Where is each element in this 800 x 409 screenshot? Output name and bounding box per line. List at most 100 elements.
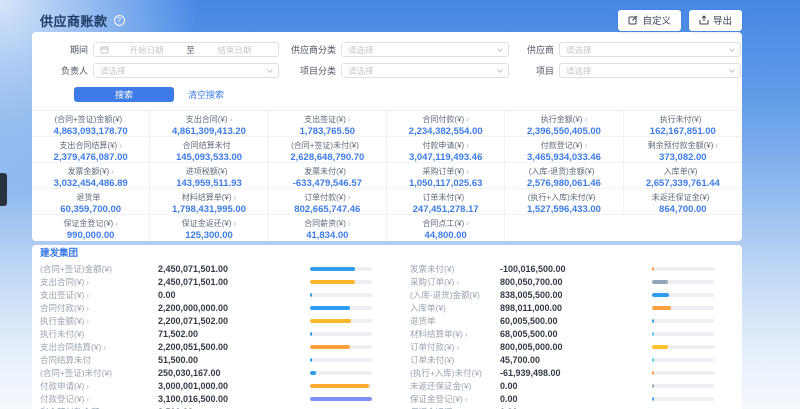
- supplier-category-select[interactable]: 请选择: [341, 42, 509, 57]
- summary-label: 材料结算单(¥)›: [150, 192, 267, 203]
- metric-label[interactable]: 支出签证(¥): [40, 290, 84, 300]
- summary-card[interactable]: 合同薪资(¥)› 41,834.00: [269, 215, 387, 241]
- help-icon[interactable]: ?: [114, 15, 125, 26]
- metric-bar: [310, 319, 372, 323]
- metric-label[interactable]: (执行+入库)未付(¥): [410, 368, 482, 378]
- metric-label[interactable]: 订单未付(¥): [410, 355, 454, 365]
- group-detail-card: 建发集团 (合同+签证)金额(¥)› 2,450,071,501.00 支出合同…: [32, 245, 742, 409]
- chevron-down-icon: [497, 46, 503, 52]
- start-date-placeholder[interactable]: 开始日期: [109, 44, 184, 56]
- edit-icon: [628, 15, 638, 25]
- metric-label[interactable]: 合同结算未付: [40, 355, 91, 365]
- summary-card[interactable]: 保证金登记(¥)› 990,000.00: [32, 215, 150, 241]
- metric-value: 3,100,016,500.00: [158, 394, 310, 404]
- summary-card[interactable]: 入库单(¥)› 2,657,339,761.44: [624, 163, 742, 189]
- summary-card[interactable]: 发票金额(¥)› 3,032,454,486.89: [32, 163, 150, 189]
- metric-bar: [652, 267, 714, 271]
- summary-card[interactable]: 发票未付(¥)› -633,479,546.57: [269, 163, 387, 189]
- summary-card[interactable]: (执行+入库)未付(¥)› 1,527,596,433.00: [505, 189, 623, 215]
- metric-label[interactable]: (入库-退货)金额(¥): [410, 290, 480, 300]
- metric-label[interactable]: 支出合同(¥): [40, 277, 84, 287]
- clear-search-link[interactable]: 清空搜索: [188, 88, 224, 101]
- metric-label[interactable]: 发票未付(¥): [410, 264, 454, 274]
- metric-label[interactable]: 执行金额(¥): [40, 316, 84, 326]
- metric-label[interactable]: 退货单: [410, 316, 436, 326]
- summary-card[interactable]: 进项税额(¥)› 143,959,511.93: [150, 163, 268, 189]
- summary-label: 采购订单(¥)›: [387, 166, 504, 177]
- summary-card[interactable]: 材料结算单(¥)› 1,798,431,995.00: [150, 189, 268, 215]
- summary-label: 支出签证(¥)›: [269, 114, 386, 125]
- metric-bar-fill: [652, 319, 654, 323]
- project-category-select[interactable]: 请选择: [341, 63, 509, 78]
- supplier-select[interactable]: 请选择: [559, 42, 741, 57]
- metric-label[interactable]: (合同+签证)未付(¥): [40, 368, 112, 378]
- customize-button[interactable]: 自定义: [618, 10, 681, 31]
- summary-card[interactable]: 支出合同结算(¥)› 2,379,476,087.00: [32, 137, 150, 163]
- search-button[interactable]: 搜索: [74, 87, 174, 102]
- metric-label[interactable]: 付款申请(¥): [40, 381, 84, 391]
- summary-card[interactable]: 退货单› 60,359,700.00: [32, 189, 150, 215]
- chevron-right-icon: ›: [119, 141, 122, 150]
- metric-label[interactable]: 支出合同结算(¥): [40, 342, 101, 352]
- metric-label[interactable]: 入库单(¥): [410, 303, 446, 313]
- project-select[interactable]: 请选择: [559, 63, 741, 78]
- summary-card[interactable]: 执行未付(¥)› 162,167,851.00: [624, 111, 742, 137]
- summary-card[interactable]: 合同付款(¥)› 2,234,382,554.00: [387, 111, 505, 137]
- chevron-right-icon: ›: [234, 219, 237, 228]
- chevron-down-icon: [267, 67, 273, 73]
- summary-value: 3,032,454,486.89: [32, 178, 149, 189]
- summary-label: ›: [624, 218, 742, 227]
- chevron-right-icon: ›: [348, 115, 351, 124]
- metric-label[interactable]: 采购订单(¥): [410, 277, 454, 287]
- metric-bar-fill: [310, 397, 372, 401]
- summary-card[interactable]: 支出合同(¥)› 4,861,309,413.20: [150, 111, 268, 137]
- metric-label[interactable]: 执行未付(¥): [40, 329, 84, 339]
- project-category-placeholder: 请选择: [348, 65, 374, 77]
- metric-bar-fill: [310, 358, 312, 362]
- summary-card[interactable]: 未返还保证金(¥)› 864,700.00: [624, 189, 742, 215]
- summary-card[interactable]: 付款申请(¥)› 3,047,119,493.46: [387, 137, 505, 163]
- chevron-right-icon: ›: [86, 382, 89, 391]
- summary-card[interactable]: 付款登记(¥)› 3,465,934,033.46: [505, 137, 623, 163]
- summary-card[interactable]: 支出签证(¥)› 1,783,765.50: [269, 111, 387, 137]
- summary-card[interactable]: (入库-退货)金额(¥)› 2,576,980,061.46: [505, 163, 623, 189]
- summary-card[interactable]: 合同结算未付› 145,093,533.00: [150, 137, 268, 163]
- metric-label[interactable]: 订单付款(¥): [410, 342, 454, 352]
- group-link[interactable]: 建发集团: [40, 248, 742, 260]
- metric-bar: [652, 306, 714, 310]
- summary-card[interactable]: 执行金额(¥)› 2,396,550,405.00: [505, 111, 623, 137]
- summary-card[interactable]: 订单未付(¥)› 247,451,278.17: [387, 189, 505, 215]
- export-button[interactable]: 导出: [689, 10, 742, 31]
- summary-card[interactable]: 采购订单(¥)› 1,050,117,025.63: [387, 163, 505, 189]
- summary-card[interactable]: 订单付款(¥)› 802,665,747.46: [269, 189, 387, 215]
- metric-bar: [652, 371, 714, 375]
- metric-row: 支出合同结算(¥)› 2,200,051,500.00: [40, 340, 386, 353]
- metric-bar: [310, 306, 372, 310]
- metric-label[interactable]: 合同付款(¥): [40, 303, 84, 313]
- export-label: 导出: [713, 13, 732, 27]
- chevron-right-icon: ›: [585, 141, 588, 150]
- metric-label[interactable]: 付款登记(¥): [40, 394, 84, 404]
- end-date-placeholder[interactable]: 结束日期: [197, 44, 272, 56]
- metric-bar: [652, 345, 714, 349]
- summary-value: 2,628,648,790.70: [269, 152, 386, 163]
- summary-value: 373,082.00: [624, 152, 742, 163]
- summary-card[interactable]: (合同+签证)未付(¥)› 2,628,648,790.70: [269, 137, 387, 163]
- summary-label: 合同薪资(¥)›: [269, 218, 386, 229]
- metric-label[interactable]: 材料结算单(¥): [410, 329, 463, 339]
- metric-label[interactable]: 保证金登记(¥): [410, 394, 463, 404]
- owner-label: 负责人: [38, 64, 88, 77]
- summary-label: 执行金额(¥)›: [505, 114, 622, 125]
- summary-card[interactable]: (合同+签证)金额(¥)› 4,863,093,178.70: [32, 111, 150, 137]
- summary-card[interactable]: ›: [505, 215, 623, 241]
- period-date-range-input[interactable]: 开始日期 至 结束日期: [93, 42, 279, 57]
- summary-card[interactable]: 保证金返还(¥)› 125,300.00: [150, 215, 268, 241]
- side-drawer-handle[interactable]: [0, 173, 7, 206]
- summary-value: 60,359,700.00: [32, 204, 149, 215]
- summary-card[interactable]: 合同点工(¥)› 44,800.00: [387, 215, 505, 241]
- summary-card[interactable]: 剩余预付款金额(¥)› 373,082.00: [624, 137, 742, 163]
- owner-select[interactable]: 请选择: [93, 63, 279, 78]
- summary-card[interactable]: ›: [624, 215, 742, 241]
- metric-label[interactable]: (合同+签证)金额(¥): [40, 264, 112, 274]
- metric-label[interactable]: 未返还保证金(¥): [410, 381, 471, 391]
